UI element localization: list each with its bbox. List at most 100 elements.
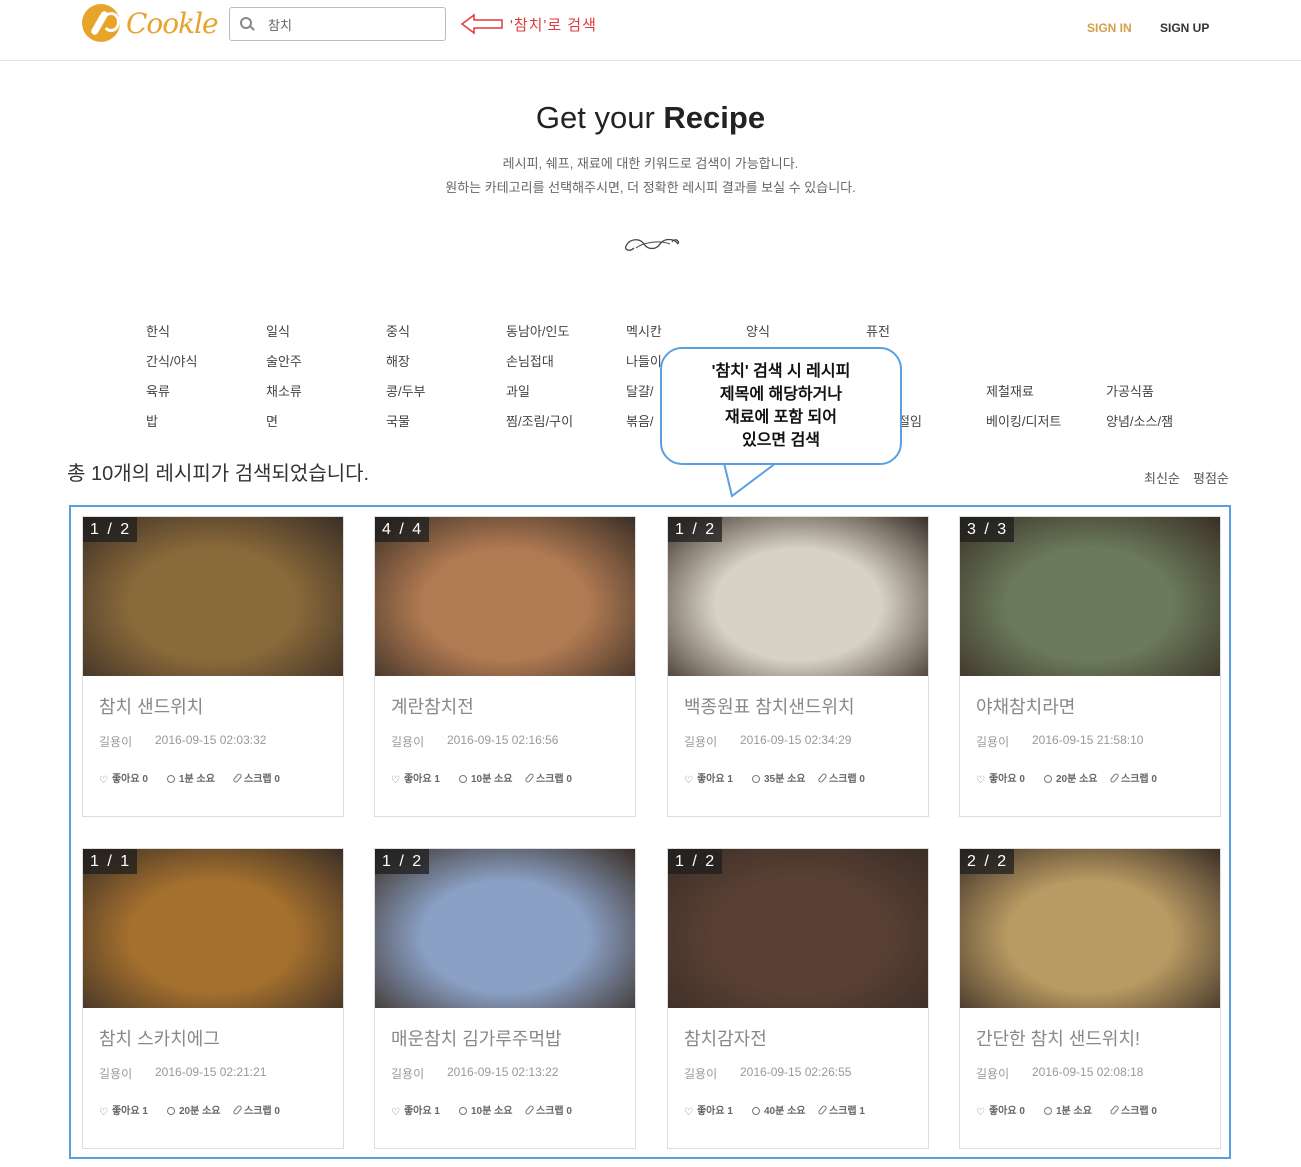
logo-icon [82,4,120,42]
category-item[interactable]: 채소류 [266,381,302,400]
category-item[interactable]: 과일 [506,381,530,400]
recipe-title[interactable]: 계란참치전 [391,693,474,719]
scrap-text: 스크랩 0 [1121,774,1157,785]
likes-stat[interactable]: ♡ 좋아요 1 [99,1102,148,1118]
category-item[interactable]: 콩/두부 [386,381,426,400]
likes-stat[interactable]: ♡ 좋아요 0 [99,770,148,786]
sort-newest-link[interactable]: 최신순 [1144,468,1180,487]
page-description: 레시피, 쉐프, 재료에 대한 키워드로 검색이 가능합니다. 원하는 카테고리… [0,152,1301,200]
time-stat: 40분 소요 [752,1102,806,1117]
clock-icon [1044,1107,1052,1115]
category-item[interactable]: 면 [266,411,278,430]
category-item[interactable]: 해장 [386,351,410,370]
sort-rating-link[interactable]: 평점순 [1193,468,1229,487]
recipe-date: 2016-09-15 02:21:21 [155,1065,267,1079]
scrap-stat[interactable]: 스크랩 0 [1109,1102,1157,1117]
likes-stat[interactable]: ♡ 좋아요 0 [976,770,1025,786]
category-item[interactable]: 나들이 [626,351,662,370]
recipe-card[interactable]: 1 / 2 참치감자전 길용이 2016-09-15 02:26:55 ♡ 좋아요 1 40… [667,848,929,1149]
clock-icon [167,1107,175,1115]
result-count: 총 10개의 레시피가 검색되었습니다. [67,463,370,485]
time-stat: 20분 소요 [1044,770,1098,785]
category-item[interactable]: 일식 [266,321,290,340]
recipe-title[interactable]: 참치 샌드위치 [99,693,203,719]
image-counter: 2 / 2 [960,849,1015,874]
recipe-card[interactable]: 2 / 2 간단한 참치 샌드위치! 길용이 2016-09-15 02:08:18 ♡… [959,848,1221,1149]
recipe-card[interactable]: 4 / 4 계란참치전길용이 2016-09-15 02:16:56 ♡ 좋아요 1 10… [374,516,636,817]
recipe-author: 길용이 [99,735,133,749]
description-line-1: 레시피, 쉐프, 재료에 대한 키워드로 검색이 가능합니다. [502,156,799,171]
scrap-text: 스크랩 0 [1121,1106,1157,1117]
logo[interactable]: Cookle [82,4,219,42]
category-item[interactable]: 동남아/인도 [506,321,569,340]
category-item[interactable]: 손님접대 [506,351,554,370]
recipe-title[interactable]: 매운참치 김가루주먹밥 [391,1025,562,1051]
category-item[interactable]: 멕시칸 [626,321,662,340]
category-item[interactable]: 제철재료 [986,381,1034,400]
scrap-stat[interactable]: 스크랩 0 [1109,770,1157,785]
callout-tail-icon [723,462,777,498]
category-item[interactable]: 퓨전 [866,321,890,340]
flourish-ornament-icon [624,238,680,251]
time-stat: 10분 소요 [459,1102,513,1117]
sign-in-link[interactable]: SIGN IN [1087,21,1132,35]
likes-text: 좋아요 0 [111,774,148,785]
callout-bubble: '참치' 검색 시 레시피 제목에 해당하거나 재료에 포함 되어 있으면 검색 [660,347,902,465]
recipe-date: 2016-09-15 02:16:56 [447,733,559,747]
category-item[interactable]: 중식 [386,321,410,340]
recipe-author: 길용이 [391,735,425,749]
recipe-card[interactable]: 3 / 3 야채참치라면 길용이 2016-09-15 21:58:10 ♡ 좋아요 0 2… [959,516,1221,817]
category-item[interactable]: 달걀/ [626,381,654,400]
category-item[interactable]: 한식 [146,321,170,340]
scrap-stat[interactable]: 스크랩 0 [232,1102,280,1117]
time-stat: 10분 소요 [459,770,513,785]
callout-line: 제목에 해당하거나 [719,386,843,403]
category-item[interactable]: 육류 [146,381,170,400]
time-stat: 1분 소요 [167,770,215,785]
category-item[interactable]: 가공식품 [1106,381,1154,400]
likes-stat[interactable]: ♡ 좋아요 1 [684,1102,733,1118]
heart-icon: ♡ [99,775,108,786]
time-text: 10분 소요 [471,774,513,785]
scrap-stat[interactable]: 스크랩 1 [817,1102,865,1117]
likes-stat[interactable]: ♡ 좋아요 0 [976,1102,1025,1118]
time-text: 20분 소요 [179,1106,221,1117]
category-item[interactable]: 양념/소스/잼 [1106,411,1173,430]
time-text: 20분 소요 [1056,774,1098,785]
recipe-card[interactable]: 1 / 2 매운참치 김가루주먹밥 길용이 2016-09-15 02:13:22 ♡ 좋… [374,848,636,1149]
category-item[interactable]: 국물 [386,411,410,430]
scrap-text: 스크랩 0 [536,1106,572,1117]
time-text: 10분 소요 [471,1106,513,1117]
recipe-title[interactable]: 참치 스카치에그 [99,1025,220,1051]
category-item[interactable]: 간식/야식 [146,351,197,370]
annotation-arrow-icon [460,13,503,35]
search-input[interactable] [266,15,430,33]
recipe-title[interactable]: 야채참치라면 [976,693,1075,719]
recipe-author: 길용이 [684,1067,718,1081]
recipe-title[interactable]: 간단한 참치 샌드위치! [976,1025,1140,1051]
heart-icon: ♡ [976,775,985,786]
category-item[interactable]: 볶음/ [626,411,654,430]
image-counter: 4 / 4 [375,517,430,542]
scrap-stat[interactable]: 스크랩 0 [817,770,865,785]
likes-stat[interactable]: ♡ 좋아요 1 [684,770,733,786]
sign-up-link[interactable]: SIGN UP [1160,21,1209,35]
recipe-card[interactable]: 1 / 2 백종원표 참치샌드위치 길용이 2016-09-15 02:34:29 ♡ 좋… [667,516,929,817]
category-item[interactable]: 양식 [746,321,770,340]
likes-stat[interactable]: ♡ 좋아요 1 [391,770,440,786]
heart-icon: ♡ [391,1107,400,1118]
recipe-card[interactable]: 1 / 1 참치 스카치에그 길용이 2016-09-15 02:21:21 ♡ 좋아요 … [82,848,344,1149]
recipe-title[interactable]: 백종원표 참치샌드위치 [684,693,855,719]
category-item[interactable]: 밥 [146,411,158,430]
search-box[interactable] [229,7,446,41]
likes-stat[interactable]: ♡ 좋아요 1 [391,1102,440,1118]
category-item[interactable]: 찜/조림/구이 [506,411,573,430]
scrap-stat[interactable]: 스크랩 0 [232,770,280,785]
scrap-stat[interactable]: 스크랩 0 [524,770,572,785]
category-item[interactable]: 술안주 [266,351,302,370]
category-item[interactable]: 베이킹/디저트 [986,411,1061,430]
recipe-card[interactable]: 1 / 2 참치 샌드위치 길용이 2016-09-15 02:03:32 ♡ 좋아요 0… [82,516,344,817]
recipe-title[interactable]: 참치감자전 [684,1025,767,1051]
search-annotation: '참치'로 검색 [510,17,597,34]
scrap-stat[interactable]: 스크랩 0 [524,1102,572,1117]
